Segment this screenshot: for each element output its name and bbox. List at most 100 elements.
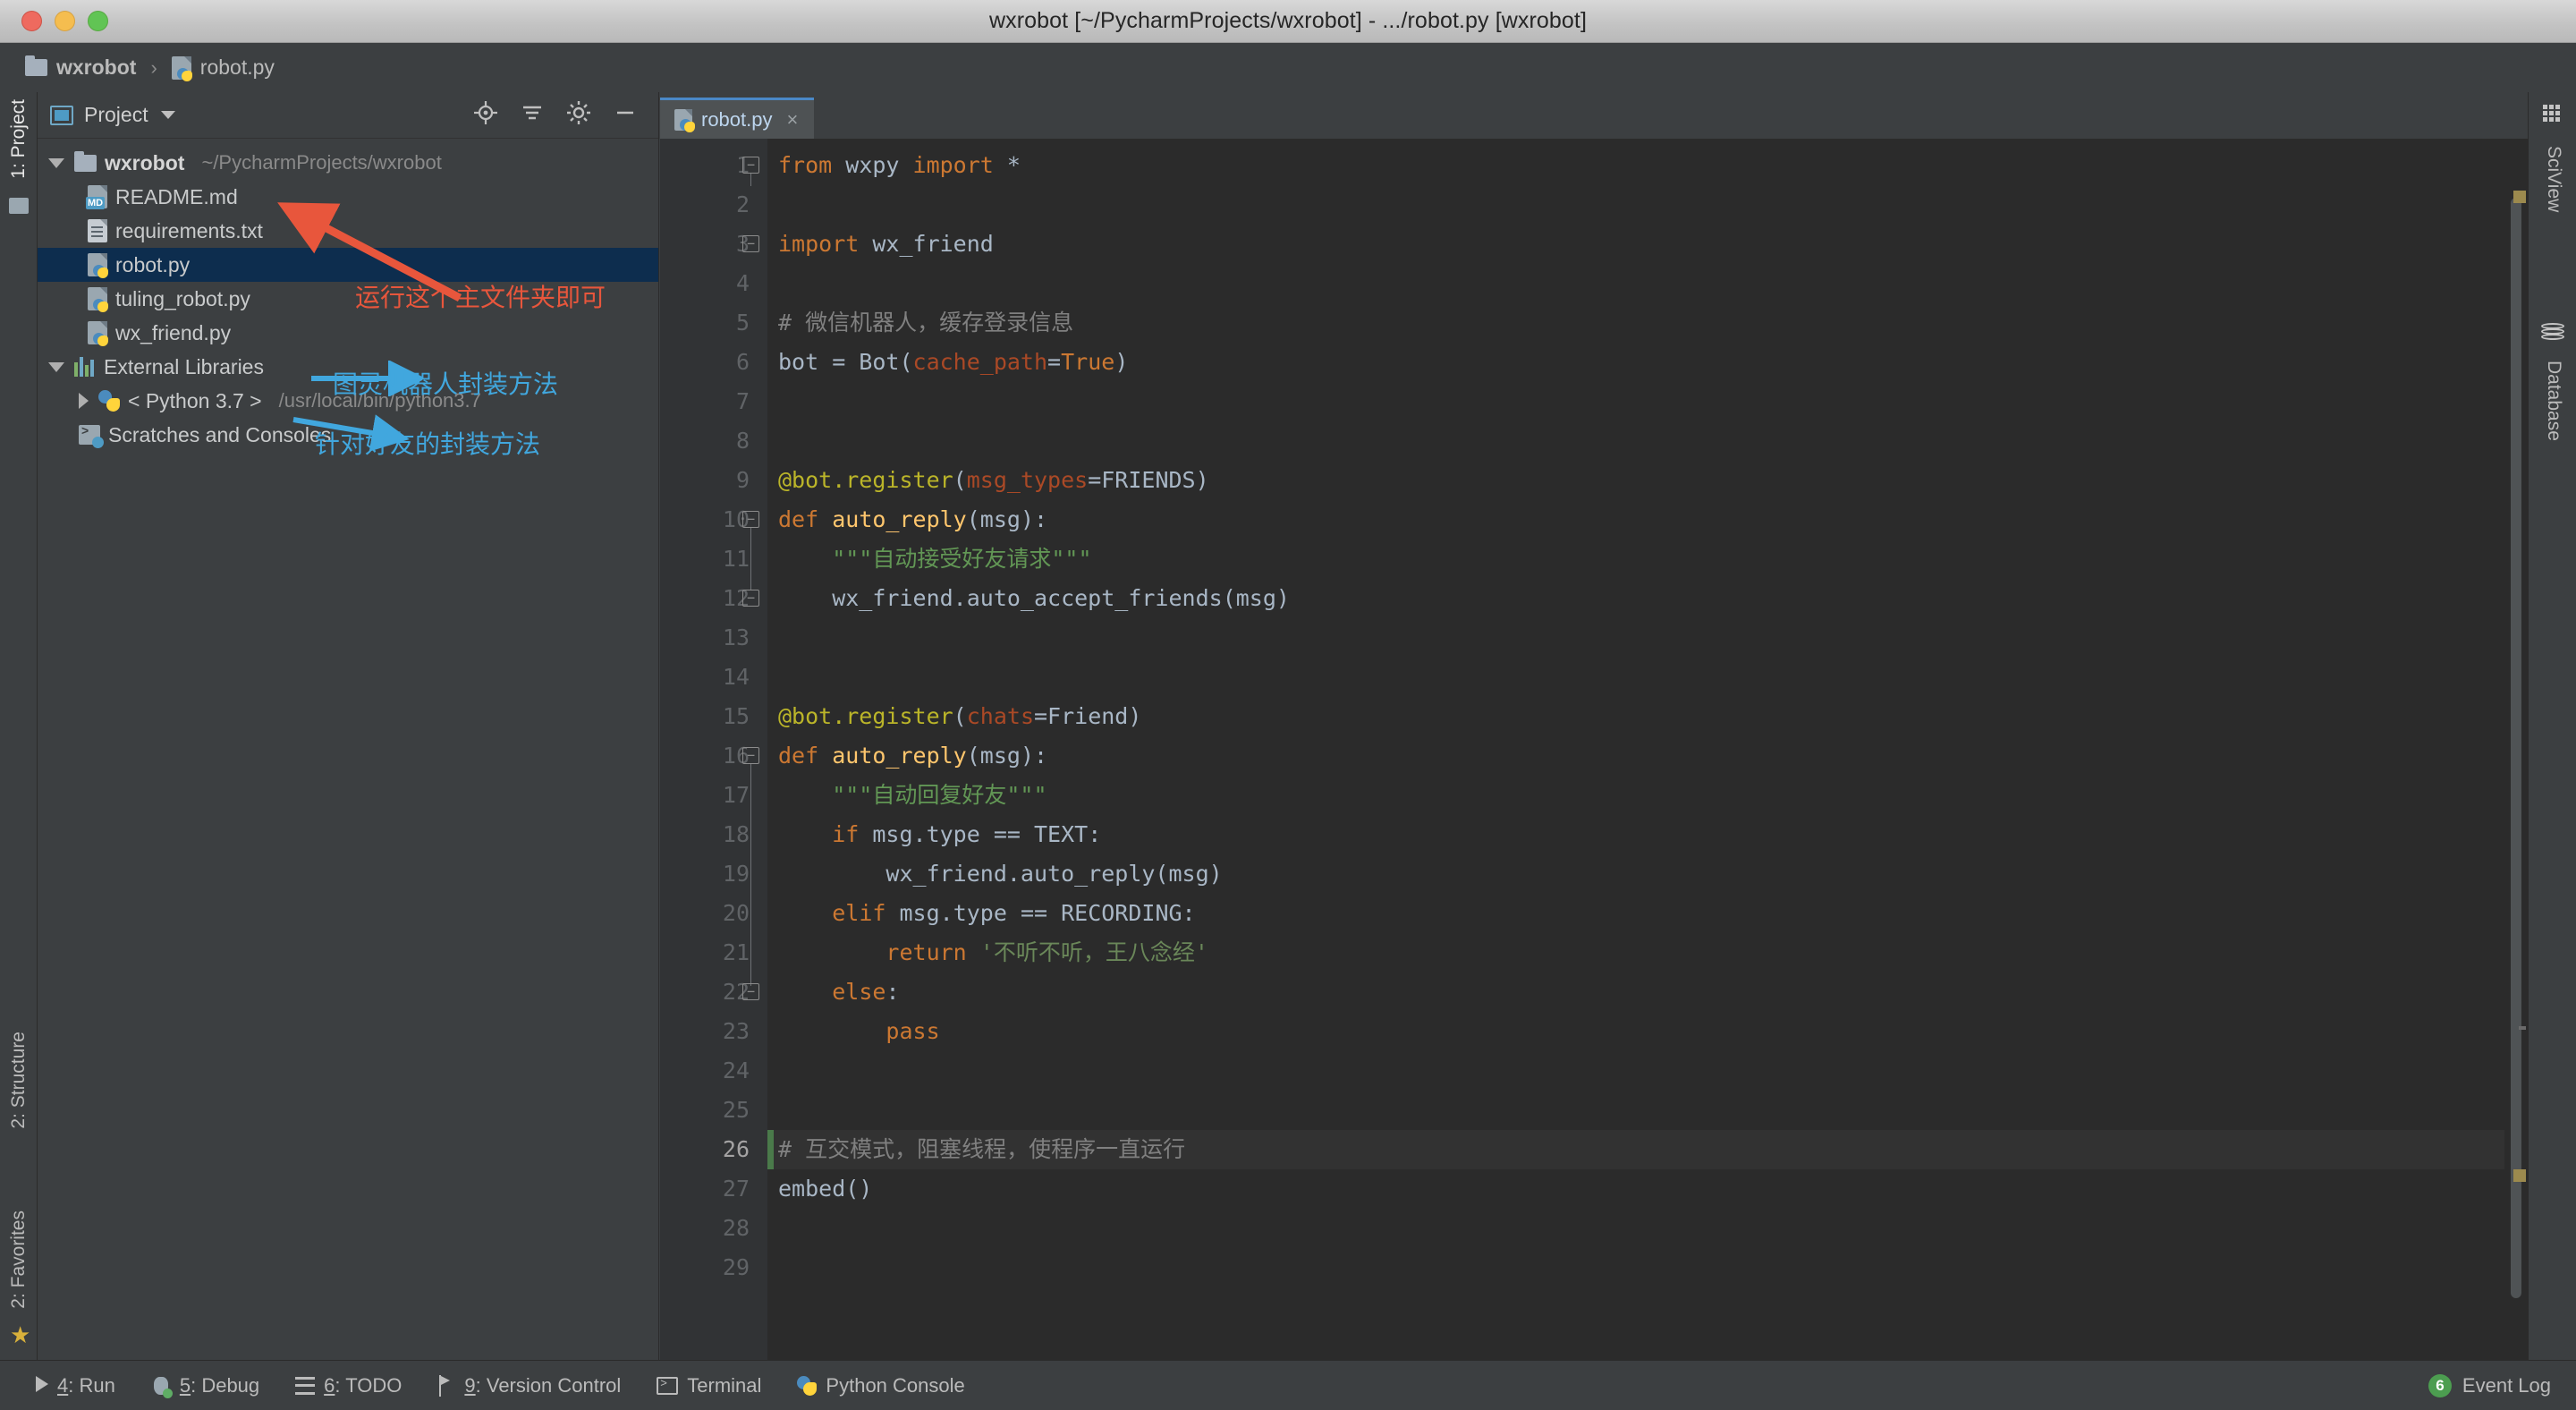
line-number: 2	[735, 191, 750, 217]
tree-item-path: /usr/local/bin/python3.7	[278, 389, 481, 412]
status-label: : Debug	[191, 1373, 260, 1397]
tree-row-scratches[interactable]: Scratches and Consoles	[38, 418, 658, 452]
fold-marker-def2-end[interactable]: −	[742, 983, 759, 1000]
tool-window-favorites[interactable]: 2: Favorites	[8, 1210, 30, 1309]
status-run[interactable]: 4: Run	[36, 1374, 115, 1397]
line-number: 25	[722, 1097, 750, 1123]
breadcrumb-separator: ›	[150, 55, 157, 79]
line-number-current: 26	[722, 1136, 750, 1162]
line-number: 5	[735, 310, 750, 336]
status-shortcut: 6	[324, 1373, 335, 1397]
editor-area: robot.py × 1 2 3 4 5 6 7 8 9 10 11 12 13…	[660, 92, 2528, 1360]
tree-row-requirements[interactable]: requirements.txt	[38, 214, 658, 248]
code-token: msg.type == RECORDING:	[899, 900, 1196, 926]
code-token: else	[832, 979, 886, 1005]
tree-item-label: Scratches and Consoles	[108, 422, 332, 446]
code-line-23: pass	[767, 1012, 2528, 1051]
fold-marker-import2[interactable]: −	[742, 235, 759, 252]
code-line-19: wx_friend.auto_reply(msg)	[767, 854, 2528, 894]
line-number: 4	[735, 270, 750, 296]
code-token: return	[886, 939, 980, 965]
code-token: # 互交模式，阻塞线程，使程序一直运行	[778, 1136, 1186, 1162]
tree-row-robot-py[interactable]: robot.py	[38, 248, 658, 282]
breadcrumb[interactable]: wxrobot › robot.py	[20, 54, 280, 81]
status-terminal[interactable]: Terminal	[657, 1374, 761, 1397]
tree-row-wxrobot[interactable]: wxrobot ~/PycharmProjects/wxrobot	[38, 146, 658, 180]
status-label: : TODO	[335, 1373, 402, 1397]
status-version-control[interactable]: 9: Version Control	[437, 1374, 621, 1397]
tree-item-label: External Libraries	[104, 354, 264, 378]
code-token: True	[1061, 349, 1115, 375]
locate-file-icon[interactable]	[472, 99, 499, 131]
hide-panel-icon[interactable]	[612, 99, 639, 131]
code-line-9: @bot.register(msg_types=FRIENDS)	[767, 461, 2528, 500]
tree-row-wx-friend-py[interactable]: wx_friend.py	[38, 316, 658, 350]
window-title-bar: wxrobot [~/PycharmProjects/wxrobot] - ..…	[0, 0, 2576, 43]
line-number: 9	[735, 467, 750, 493]
event-count-badge[interactable]: 6	[2428, 1373, 2452, 1397]
code-text[interactable]: from wxpy import * import wx_friend # 微信…	[767, 139, 2528, 1360]
gear-icon[interactable]	[565, 99, 592, 131]
change-marker[interactable]	[767, 1130, 774, 1169]
marker-change[interactable]	[2513, 1169, 2526, 1182]
tree-row-tuling-robot-py[interactable]: tuling_robot.py	[38, 282, 658, 316]
code-token: # 微信机器人，缓存登录信息	[778, 310, 1074, 336]
fold-marker-def1-end[interactable]: −	[742, 590, 759, 607]
chevron-down-icon[interactable]	[160, 111, 175, 119]
code-token: @bot.register	[778, 703, 953, 729]
scrollbar-thumb[interactable]	[2511, 198, 2521, 1298]
line-number: 27	[722, 1176, 750, 1202]
line-number-gutter: 1 2 3 4 5 6 7 8 9 10 11 12 13 14 15 16 1…	[660, 139, 767, 1360]
code-token: wx_friend.auto_accept_friends(msg)	[778, 585, 1290, 611]
scratches-icon	[79, 423, 104, 448]
event-log-label[interactable]: Event Log	[2462, 1374, 2551, 1397]
line-number: 7	[735, 388, 750, 414]
tool-window-sciview[interactable]: SciView	[2543, 146, 2564, 212]
breadcrumb-label: robot.py	[199, 55, 275, 79]
python-file-icon	[171, 55, 192, 81]
code-line-10: def auto_reply(msg):	[767, 500, 2528, 539]
code-line-20: elif msg.type == RECORDING:	[767, 894, 2528, 933]
tool-window-project[interactable]: 1: Project	[8, 99, 30, 179]
chevron-down-icon[interactable]	[48, 361, 64, 372]
chevron-right-icon[interactable]	[79, 393, 89, 409]
tree-row-external-libraries[interactable]: External Libraries	[38, 350, 658, 384]
status-label: Python Console	[826, 1373, 965, 1397]
marker-warning[interactable]	[2513, 191, 2526, 203]
close-icon[interactable]: ×	[787, 108, 799, 132]
code-token: from	[778, 152, 846, 178]
tree-row-python-interpreter[interactable]: < Python 3.7 > /usr/local/bin/python3.7	[38, 384, 658, 418]
tree-item-label: README.md	[115, 184, 238, 208]
breadcrumb-item-wxrobot[interactable]: wxrobot	[20, 54, 141, 81]
marker-minor[interactable]	[2519, 1026, 2526, 1030]
tab-robot-py[interactable]: robot.py ×	[660, 98, 815, 139]
code-token: '不听不听，王八念经'	[979, 939, 1208, 965]
status-python-console[interactable]: Python Console	[797, 1373, 965, 1397]
tool-window-structure[interactable]: 2: Structure	[8, 1032, 30, 1129]
collapse-all-icon[interactable]	[519, 99, 546, 131]
project-icon	[50, 105, 73, 125]
tree-row-readme[interactable]: MD README.md	[38, 180, 658, 214]
fold-marker-import[interactable]: −	[742, 157, 759, 174]
chevron-down-icon[interactable]	[48, 157, 64, 168]
terminal-icon	[657, 1376, 679, 1395]
fold-marker-def1[interactable]: −	[742, 511, 759, 528]
code-editor[interactable]: 1 2 3 4 5 6 7 8 9 10 11 12 13 14 15 16 1…	[660, 139, 2528, 1360]
status-debug[interactable]: 5: Debug	[151, 1373, 260, 1398]
project-tree[interactable]: wxrobot ~/PycharmProjects/wxrobot MD REA…	[38, 139, 658, 452]
breadcrumb-item-robot-py[interactable]: robot.py	[166, 54, 280, 81]
code-line-6: bot = Bot(cache_path=True)	[767, 343, 2528, 382]
line-number: 17	[722, 782, 750, 808]
code-token: (	[953, 703, 967, 729]
tool-window-database[interactable]: Database	[2543, 361, 2564, 441]
status-todo[interactable]: 6: TODO	[295, 1374, 402, 1397]
fold-marker-def2[interactable]: −	[742, 747, 759, 764]
editor-vertical-scrollbar[interactable]	[2504, 185, 2528, 1360]
line-number: 29	[722, 1254, 750, 1280]
favorites-star-icon[interactable]: ★	[10, 1321, 30, 1349]
